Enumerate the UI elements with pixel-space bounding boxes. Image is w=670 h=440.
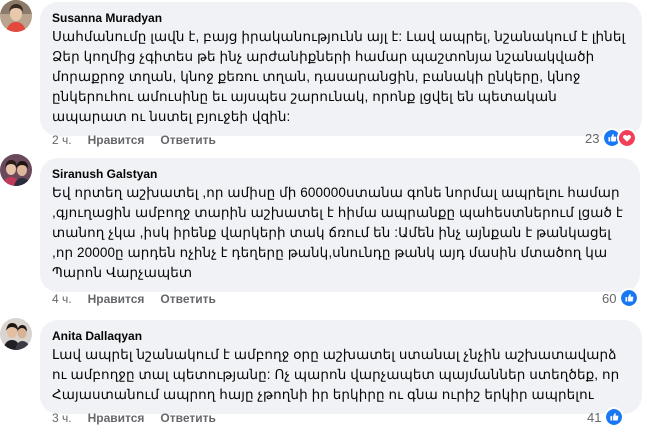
like-button[interactable]: Нравится [88,410,145,426]
reaction-summary[interactable]: 60 [602,288,640,308]
avatar[interactable] [0,318,32,350]
comment-text: Եվ որտեղ աշխատել ,որ ամիսը մի 600000ստան… [52,185,623,280]
reaction-count: 23 [585,130,600,146]
comment-actions: 2 ч. Нравится Ответить [52,132,216,148]
reply-button[interactable]: Ответить [160,410,215,426]
comment-bubble: Susanna Muradyan Սահմանումը լավն է, բայց… [40,2,642,136]
like-icon [604,407,625,427]
reaction-icons [619,288,640,308]
reaction-icons [602,128,638,148]
reply-button[interactable]: Ответить [160,132,215,148]
comment-author[interactable]: Anita Dallaqyan [52,328,630,344]
love-icon [617,128,638,148]
reaction-icons [604,407,625,427]
reaction-count: 60 [602,290,617,306]
comment-actions: 3 ч. Нравится Ответить [52,410,216,426]
comments-list: Susanna Muradyan Սահմանումը լավն է, բայց… [0,0,670,440]
like-button[interactable]: Нравится [88,132,145,148]
reply-button[interactable]: Ответить [160,291,215,307]
comment-bubble: Anita Dallaqyan Լավ ապրել նշանակում է ամ… [40,320,642,414]
comment-bubble: Siranush Galstyan Եվ որտեղ աշխատել ,որ ա… [40,158,640,292]
comment-time[interactable]: 3 ч. [52,410,72,426]
comment-author[interactable]: Susanna Muradyan [52,10,630,26]
comment-text: Լավ ապրել նշանակում է ամբողջ օրը աշխատել… [52,347,620,402]
comment-time[interactable]: 2 ч. [52,132,72,148]
comment-author[interactable]: Siranush Galstyan [52,166,628,182]
like-button[interactable]: Нравится [88,291,145,307]
comment-text: Սահմանումը լավն է, բայց իրականությունն ա… [52,29,626,124]
comment-time[interactable]: 4 ч. [52,291,72,307]
reaction-summary[interactable]: 41 [587,407,625,427]
reaction-count: 41 [587,409,602,425]
reaction-summary[interactable]: 23 [585,128,638,148]
comment-actions: 4 ч. Нравится Ответить [52,291,216,307]
avatar[interactable] [0,0,32,32]
avatar[interactable] [0,154,32,186]
like-icon [619,288,640,308]
